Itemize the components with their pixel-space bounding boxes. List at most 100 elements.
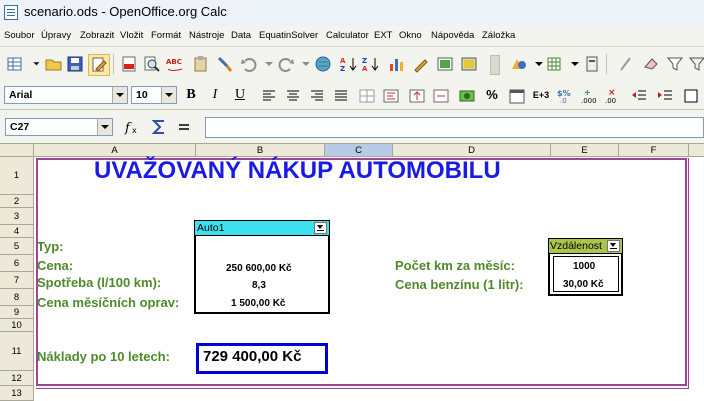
decrease-indent-icon[interactable] bbox=[630, 87, 648, 105]
row-header-9[interactable]: 9 bbox=[0, 306, 34, 319]
row-header-13[interactable]: 13 bbox=[0, 386, 34, 401]
function-wizard-icon[interactable]: fx bbox=[124, 118, 142, 136]
sort-ascending-icon[interactable]: AZ bbox=[340, 55, 358, 73]
insert-cells-dropdown-icon[interactable] bbox=[566, 55, 584, 73]
menu-equatinsolver[interactable]: EquatinSolver bbox=[259, 30, 318, 41]
add-decimal-icon[interactable]: + .000 bbox=[580, 87, 598, 105]
menu-okno[interactable]: Okno bbox=[399, 30, 422, 41]
value-opravy[interactable]: 1 500,00 Kč bbox=[231, 298, 286, 309]
row-header-5[interactable]: 5 bbox=[0, 238, 34, 255]
chevron-down-icon[interactable] bbox=[112, 87, 127, 103]
insert-chart-icon[interactable] bbox=[388, 55, 406, 73]
menu-zalozka[interactable]: Záložka bbox=[482, 30, 515, 41]
new-dropdown-icon[interactable] bbox=[28, 55, 46, 73]
underline-icon[interactable]: U bbox=[231, 86, 249, 104]
basic-shapes-icon[interactable] bbox=[510, 55, 528, 73]
row-header-12[interactable]: 12 bbox=[0, 371, 34, 386]
toolbar-overflow-icon[interactable] bbox=[490, 55, 500, 75]
menu-zobrazit[interactable]: Zobrazit bbox=[80, 30, 114, 41]
align-center-icon[interactable] bbox=[284, 87, 302, 105]
gallery-icon[interactable] bbox=[436, 55, 454, 73]
undo-icon[interactable] bbox=[240, 55, 258, 73]
redo-icon[interactable] bbox=[277, 55, 295, 73]
justify-icon[interactable] bbox=[332, 87, 350, 105]
insert-cells-icon[interactable] bbox=[546, 55, 564, 73]
merge-cells-icon[interactable] bbox=[358, 87, 376, 105]
save-icon[interactable] bbox=[66, 55, 84, 73]
print-preview-icon[interactable] bbox=[142, 55, 160, 73]
menu-soubor[interactable]: Soubor bbox=[4, 30, 35, 41]
align-right-icon[interactable] bbox=[308, 87, 326, 105]
currency-format-icon[interactable] bbox=[458, 87, 476, 105]
menu-upravy[interactable]: Úpravy bbox=[41, 30, 71, 41]
format-paintbrush-icon[interactable] bbox=[216, 55, 234, 73]
data-sources-icon[interactable] bbox=[460, 55, 478, 73]
form-controls-icon[interactable] bbox=[583, 55, 601, 73]
row-header-8[interactable]: 8 bbox=[0, 289, 34, 306]
column-header-f[interactable]: F bbox=[619, 144, 689, 157]
scenario-auto-header[interactable]: Auto1 bbox=[194, 220, 330, 236]
menu-ext[interactable]: EXT bbox=[374, 30, 392, 41]
row-header-7[interactable]: 7 bbox=[0, 272, 34, 289]
menu-napoveda[interactable]: Nápověda bbox=[431, 30, 474, 41]
funnel-icon[interactable] bbox=[688, 55, 704, 73]
redo-dropdown-icon[interactable] bbox=[297, 55, 315, 73]
column-header-c[interactable]: C bbox=[325, 144, 393, 157]
row-header-4[interactable]: 4 bbox=[0, 225, 34, 238]
row-header-11[interactable]: 11 bbox=[0, 332, 34, 371]
scenario-vzdalenost-dropdown-icon[interactable] bbox=[607, 240, 620, 252]
paste-icon[interactable] bbox=[192, 55, 210, 73]
italic-icon[interactable]: I bbox=[206, 86, 224, 104]
row-header-2[interactable]: 2 bbox=[0, 195, 34, 208]
scenario-auto-dropdown-icon[interactable] bbox=[314, 222, 327, 234]
menu-format[interactable]: Formát bbox=[151, 30, 181, 41]
new-document-icon[interactable] bbox=[6, 55, 24, 73]
bold-icon[interactable]: B bbox=[182, 86, 200, 104]
hyperlink-icon[interactable] bbox=[616, 55, 634, 73]
align-left-icon[interactable] bbox=[260, 87, 278, 105]
value-spotreba[interactable]: 8,3 bbox=[252, 280, 266, 291]
font-name-select[interactable]: Arial bbox=[4, 86, 128, 104]
formula-equals-icon[interactable] bbox=[175, 118, 193, 136]
scientific-format-icon[interactable]: E+3 bbox=[530, 86, 552, 104]
column-header-d[interactable]: D bbox=[393, 144, 551, 157]
value-cena[interactable]: 250 600,00 Kč bbox=[226, 263, 292, 274]
thousands-format-icon[interactable]: $% .0 bbox=[556, 87, 574, 105]
column-header-e[interactable]: E bbox=[551, 144, 619, 157]
align-middle-icon[interactable] bbox=[432, 87, 450, 105]
column-header-b[interactable]: B bbox=[196, 144, 325, 157]
menu-vlozit[interactable]: Vložit bbox=[120, 30, 143, 41]
chevron-down-icon[interactable] bbox=[97, 119, 112, 135]
sum-icon[interactable] bbox=[150, 118, 168, 136]
navigator-globe-icon[interactable] bbox=[314, 55, 332, 73]
percent-format-icon[interactable]: % bbox=[483, 86, 501, 104]
export-pdf-icon[interactable] bbox=[120, 55, 138, 73]
draw-functions-icon[interactable] bbox=[412, 55, 430, 73]
select-all-corner[interactable] bbox=[0, 144, 34, 157]
row-header-6[interactable]: 6 bbox=[0, 255, 34, 272]
wrap-text-icon[interactable] bbox=[382, 87, 400, 105]
formula-input[interactable] bbox=[205, 117, 704, 138]
increase-indent-icon[interactable] bbox=[656, 87, 674, 105]
row-header-10[interactable]: 10 bbox=[0, 319, 34, 332]
column-header-g[interactable] bbox=[689, 144, 704, 157]
sort-descending-icon[interactable]: ZA bbox=[362, 55, 380, 73]
eraser-icon[interactable] bbox=[642, 55, 660, 73]
value-benzin[interactable]: 30,00 Kč bbox=[563, 279, 604, 290]
menu-nastroje[interactable]: Nástroje bbox=[189, 30, 224, 41]
date-format-icon[interactable] bbox=[508, 87, 526, 105]
menu-calculator[interactable]: Calculator bbox=[326, 30, 369, 41]
chevron-down-icon[interactable] bbox=[161, 87, 176, 103]
value-km[interactable]: 1000 bbox=[573, 261, 595, 272]
autofilter-funnel-icon[interactable] bbox=[666, 55, 684, 73]
undo-dropdown-icon[interactable] bbox=[260, 55, 278, 73]
align-top-icon[interactable] bbox=[408, 87, 426, 105]
menu-data[interactable]: Data bbox=[231, 30, 251, 41]
column-header-a[interactable]: A bbox=[34, 144, 196, 157]
name-box[interactable]: C27 bbox=[5, 118, 113, 136]
borders-icon[interactable] bbox=[682, 87, 700, 105]
row-header-3[interactable]: 3 bbox=[0, 208, 34, 225]
edit-file-icon[interactable] bbox=[88, 54, 110, 76]
spellcheck-icon[interactable]: ABC bbox=[166, 55, 184, 73]
value-total[interactable]: 729 400,00 Kč bbox=[203, 348, 301, 365]
